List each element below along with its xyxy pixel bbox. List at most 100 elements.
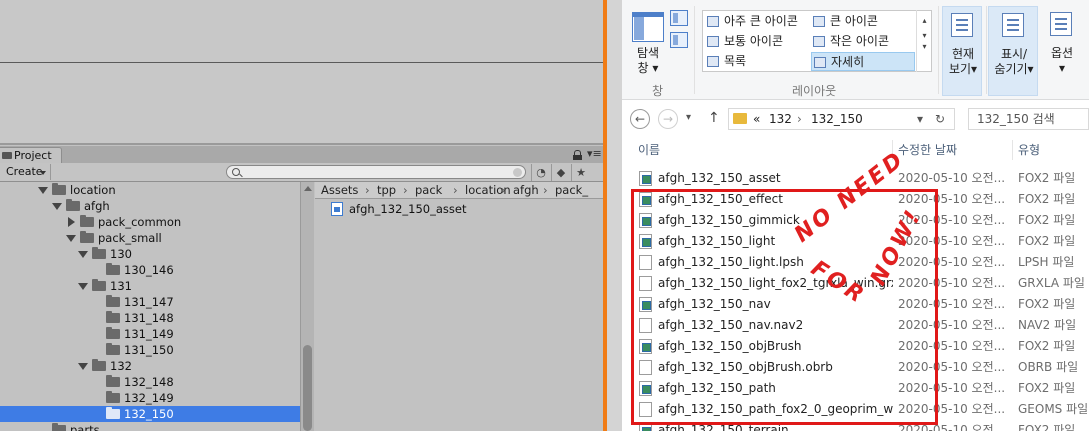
- generic-file-icon: [639, 318, 652, 333]
- back-button[interactable]: ←: [630, 109, 650, 129]
- address-segment[interactable]: 132: [769, 109, 792, 129]
- expanded-arrow-icon[interactable]: [78, 251, 88, 258]
- file-row[interactable]: afgh_132_150_asset 2020-05-10 오전... FOX2 파…: [622, 168, 1089, 189]
- column-type-header[interactable]: 유형: [1018, 138, 1040, 162]
- scrollbar-thumb[interactable]: [303, 345, 312, 431]
- address-dropdown-icon[interactable]: ▾: [917, 109, 923, 129]
- tree-item[interactable]: 130: [0, 246, 300, 262]
- layout-option[interactable]: 큰 아이콘: [811, 12, 915, 31]
- file-type: FOX2 파일: [1018, 297, 1076, 311]
- column-name-header[interactable]: 이름: [638, 138, 660, 162]
- tree-item-label: pack_small: [98, 231, 162, 245]
- tree-item-label: 131_149: [124, 327, 174, 341]
- file-row[interactable]: afgh_132_150_nav 2020-05-10 오전... FOX2 파일: [622, 294, 1089, 315]
- details-pane-icon[interactable]: [670, 32, 688, 48]
- file-row[interactable]: afgh_132_150_nav.nav2 2020-05-10 오전... NAV…: [622, 315, 1089, 336]
- expanded-arrow-icon[interactable]: [66, 235, 76, 242]
- create-button[interactable]: Create: [0, 164, 51, 180]
- favorites-star-icon[interactable]: ★: [571, 164, 590, 181]
- tree-item[interactable]: 132: [0, 358, 300, 374]
- tree-item[interactable]: 132_149: [0, 390, 300, 406]
- file-row[interactable]: afgh_132_150_light_fox2_tgrxla_win.grxla…: [622, 273, 1089, 294]
- scroll-up-icon[interactable]: [304, 186, 312, 191]
- explorer-search-input[interactable]: 132_150 검색: [968, 108, 1089, 130]
- breadcrumb-segment[interactable]: tpp: [377, 182, 396, 198]
- recent-locations-icon[interactable]: ▾: [686, 112, 691, 123]
- tree-scrollbar[interactable]: [300, 182, 314, 431]
- tree-item-label: 131_147: [124, 295, 174, 309]
- collapsed-arrow-icon[interactable]: [68, 217, 75, 227]
- tree-item[interactable]: afgh: [0, 198, 300, 214]
- navigation-pane-icon[interactable]: [632, 12, 664, 42]
- expanded-arrow-icon[interactable]: [78, 363, 88, 370]
- project-tab[interactable]: Project: [0, 147, 62, 163]
- tree-item[interactable]: pack_common: [0, 214, 300, 230]
- file-row[interactable]: afgh_132_150_objBrush 2020-05-10 오전... FOX…: [622, 336, 1089, 357]
- options-button[interactable]: 옵션 ▾: [1042, 6, 1082, 96]
- lock-icon[interactable]: [573, 150, 582, 160]
- layout-option[interactable]: 목록: [705, 52, 809, 71]
- file-row[interactable]: afgh_132_150_effect 2020-05-10 오전... FOX2 …: [622, 189, 1089, 210]
- layout-option[interactable]: 작은 아이콘: [811, 32, 915, 51]
- breadcrumb-segment[interactable]: pack: [415, 182, 442, 198]
- show-hide-label-1: 표시/: [1000, 47, 1028, 61]
- file-row[interactable]: afgh_132_150_path 2020-05-10 오전... FOX2 파일: [622, 378, 1089, 399]
- tree-item[interactable]: 131_149: [0, 326, 300, 342]
- breadcrumb-segment[interactable]: Assets: [321, 182, 358, 198]
- breadcrumb-segment[interactable]: pack_: [555, 182, 588, 198]
- folder-icon: [80, 215, 94, 227]
- tree-item[interactable]: 130_146: [0, 262, 300, 278]
- file-list: afgh_132_150_asset 2020-05-10 오전... FOX2 파…: [622, 168, 1089, 431]
- filter-by-label-icon[interactable]: ◆: [551, 164, 570, 181]
- file-row[interactable]: afgh_132_150_terrain 2020-05-10 오전... FOX2…: [622, 420, 1089, 431]
- layout-option[interactable]: 아주 큰 아이콘: [705, 12, 809, 31]
- address-segment[interactable]: 132_150: [811, 109, 863, 129]
- expand-gallery-icon[interactable]: ▾: [917, 42, 932, 51]
- preview-pane-icon[interactable]: [670, 10, 688, 26]
- show-hide-button[interactable]: 표시/ 숨기기▾: [988, 6, 1038, 96]
- file-row[interactable]: afgh_132_150_objBrush.obrb 2020-05-10 오전.…: [622, 357, 1089, 378]
- file-type: GEOMS 파일: [1018, 402, 1089, 416]
- file-row[interactable]: afgh_132_150_light 2020-05-10 오전... FOX2 파…: [622, 231, 1089, 252]
- scroll-up-icon[interactable]: ▴: [917, 16, 932, 25]
- layout-gallery-scroll[interactable]: ▴ ▾ ▾: [916, 10, 932, 72]
- scroll-down-icon[interactable]: ▾: [917, 31, 932, 40]
- file-name: afgh_132_150_terrain: [658, 423, 789, 431]
- current-view-button[interactable]: 현재 보기▾: [942, 6, 982, 96]
- column-divider[interactable]: [892, 140, 893, 160]
- navigation-pane-button[interactable]: 탐색 창 ▾: [628, 46, 668, 76]
- file-row[interactable]: afgh_132_150_light.lpsh 2020-05-10 오전... L…: [622, 252, 1089, 273]
- clear-search-icon[interactable]: [513, 168, 522, 177]
- tree-item[interactable]: parts: [0, 422, 300, 431]
- expanded-arrow-icon[interactable]: [38, 187, 48, 194]
- forward-button[interactable]: →: [658, 109, 678, 129]
- tree-item[interactable]: 131: [0, 278, 300, 294]
- sort-by-icon: [951, 13, 973, 37]
- tree-item[interactable]: 131_148: [0, 310, 300, 326]
- tree-item[interactable]: 132_148: [0, 374, 300, 390]
- file-row[interactable]: afgh_132_150_path_fox2_0_geoprim_wi... 20…: [622, 399, 1089, 420]
- layout-option[interactable]: 자세히: [811, 52, 915, 71]
- tree-item[interactable]: pack_small: [0, 230, 300, 246]
- breadcrumb-segment[interactable]: afgh: [513, 182, 539, 198]
- refresh-icon[interactable]: ↻: [935, 109, 945, 129]
- column-divider[interactable]: [1012, 140, 1013, 160]
- up-button[interactable]: ↑: [708, 110, 720, 126]
- layout-option-label: 보통 아이콘: [724, 34, 784, 48]
- tree-item[interactable]: 131_147: [0, 294, 300, 310]
- tree-item[interactable]: 132_150: [0, 406, 300, 422]
- tab-menu-icon[interactable]: ▾≡: [587, 146, 602, 162]
- filter-by-type-icon[interactable]: ◔: [531, 164, 550, 181]
- tree-item[interactable]: 131_150: [0, 342, 300, 358]
- file-row[interactable]: afgh_132_150_gimmick 2020-05-10 오전... FOX2…: [622, 210, 1089, 231]
- column-date-header[interactable]: 수정한 날짜: [898, 138, 957, 162]
- expanded-arrow-icon[interactable]: [78, 283, 88, 290]
- address-input[interactable]: « 132 › 132_150 ▾ ↻: [728, 108, 955, 130]
- tree-item[interactable]: location: [0, 182, 300, 198]
- project-search-input[interactable]: [226, 165, 526, 179]
- tree-item-label: 132: [110, 359, 132, 373]
- expanded-arrow-icon[interactable]: [52, 203, 62, 210]
- project-tab-label: Project: [14, 149, 52, 162]
- generic-file-icon: [639, 360, 652, 375]
- layout-option[interactable]: 보통 아이콘: [705, 32, 809, 51]
